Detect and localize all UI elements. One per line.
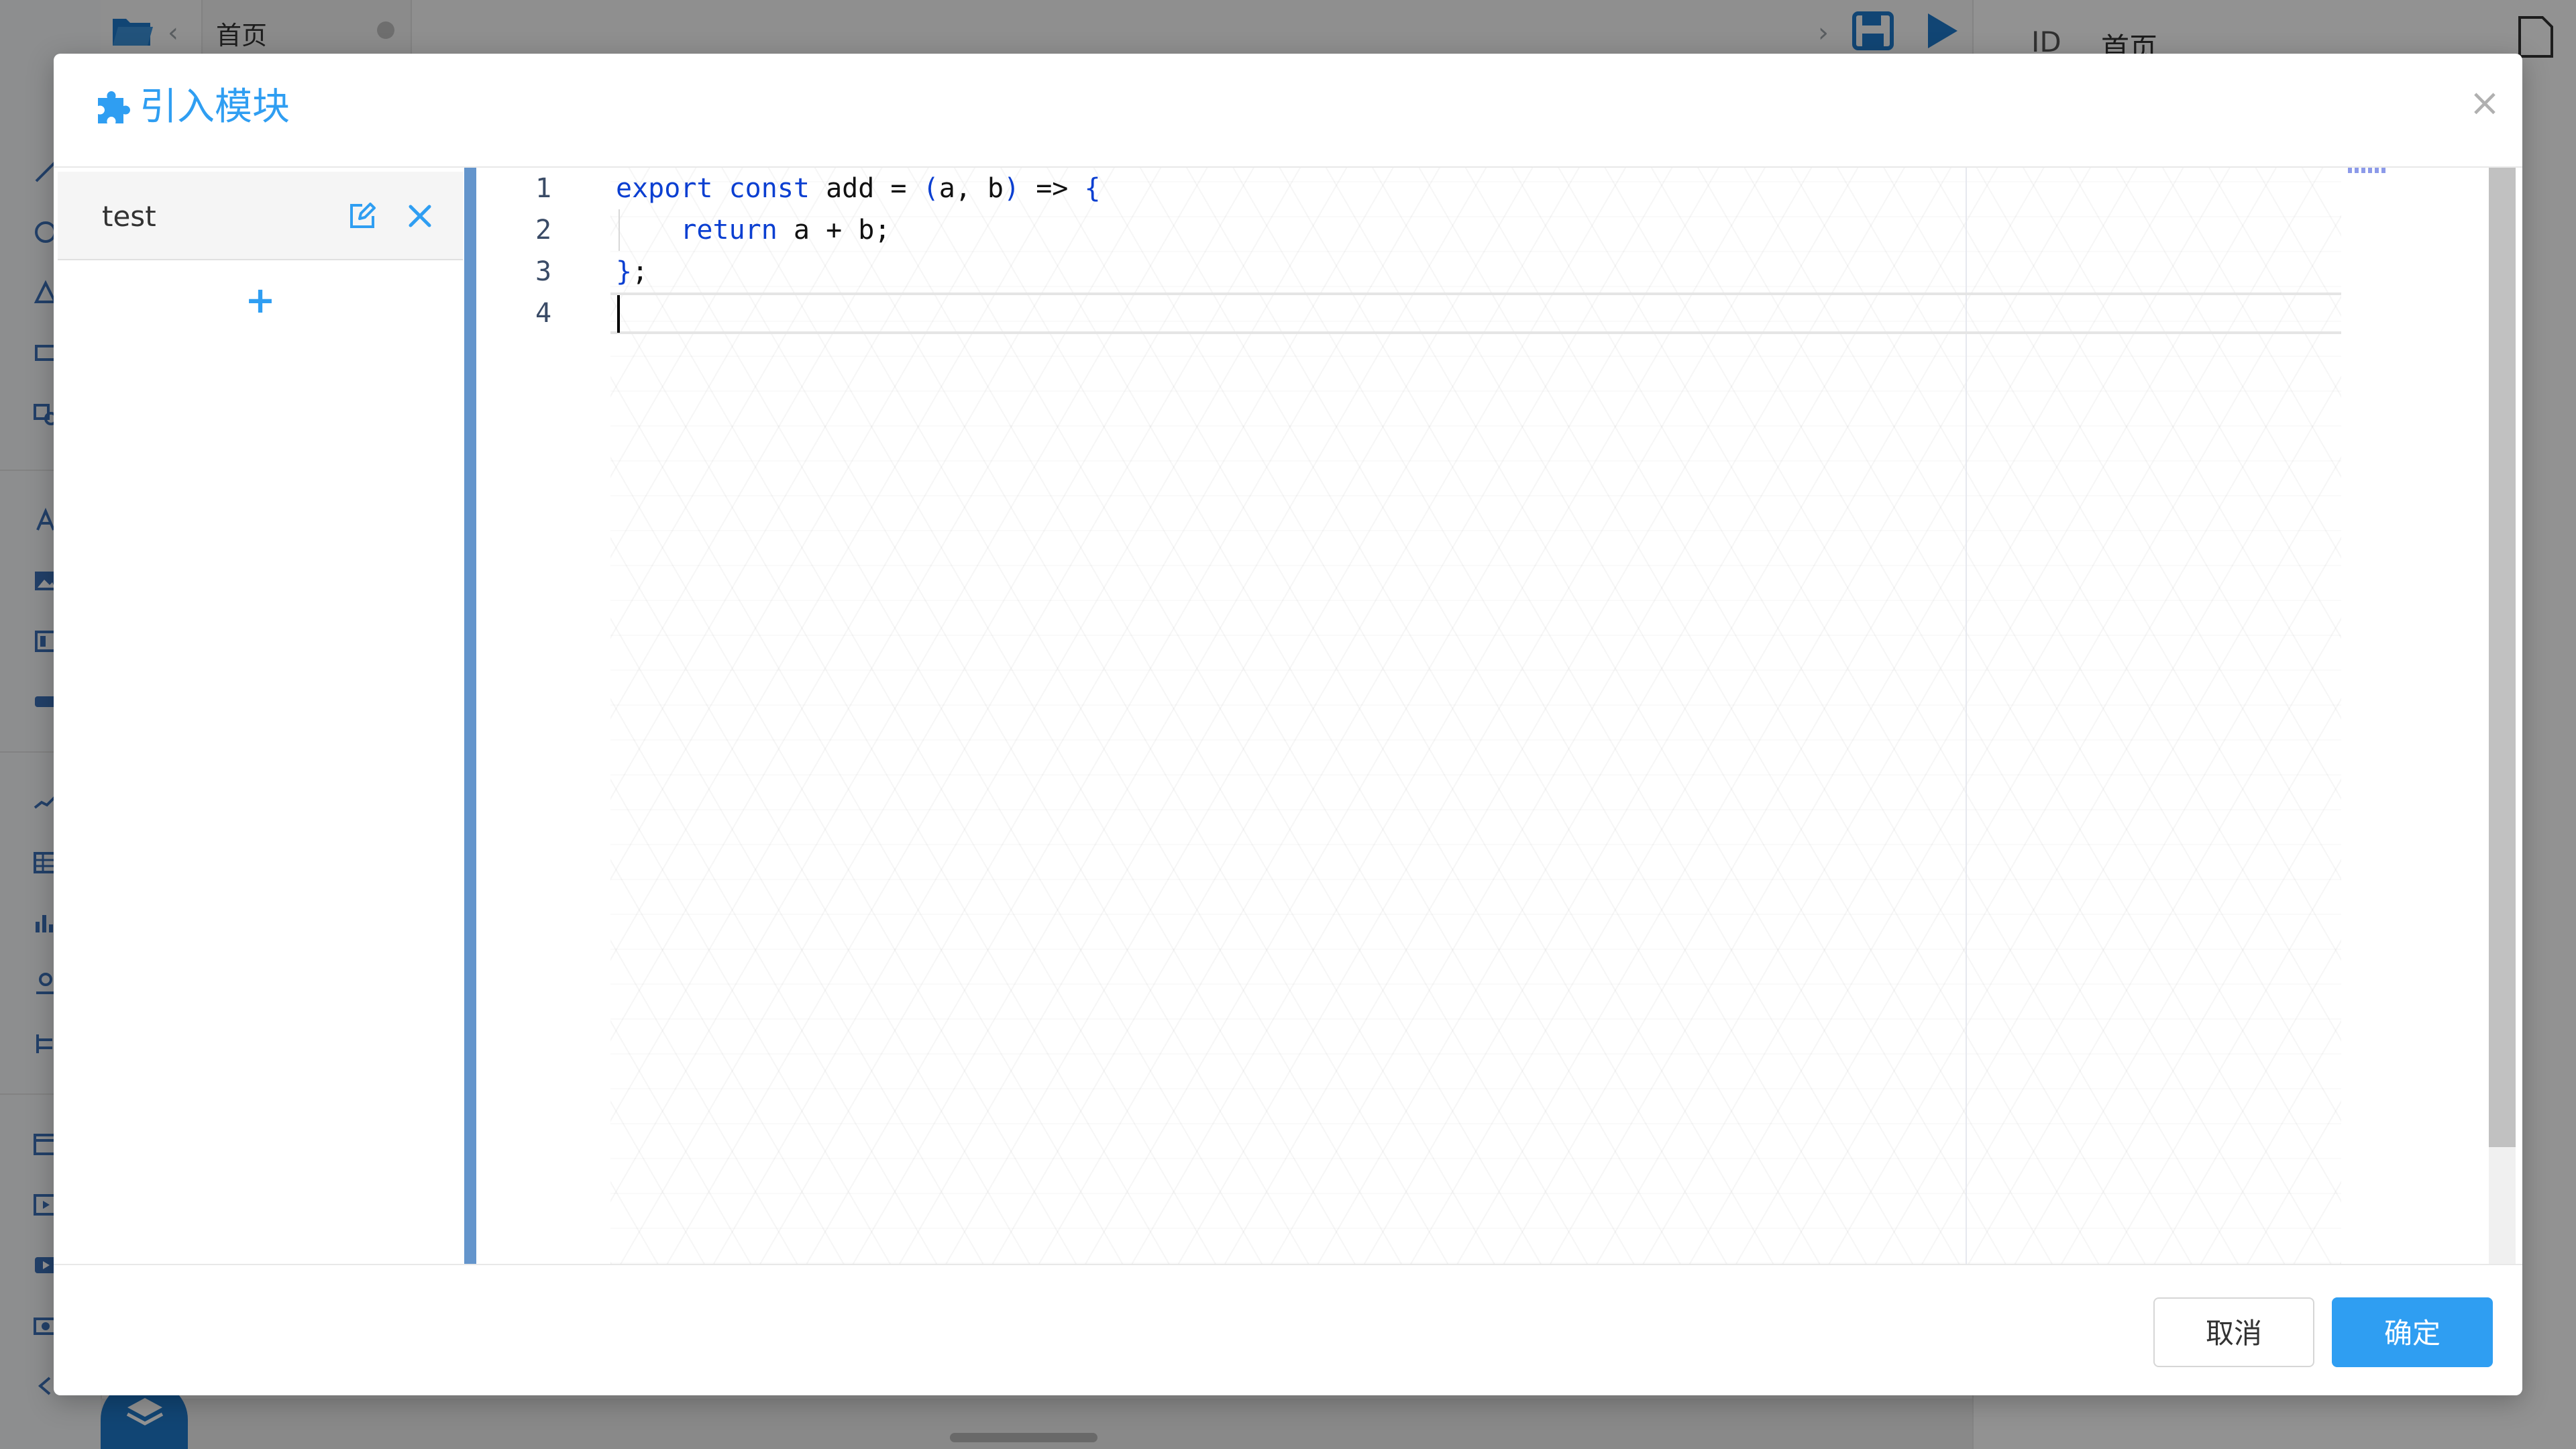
line-number: 2	[535, 215, 552, 246]
dialog-body: test + 1 2 3 4 export const add = (a, b)…	[54, 168, 2522, 1264]
code-bracket: {	[1084, 173, 1101, 204]
edit-module-icon[interactable]	[347, 201, 377, 231]
puzzle-piece-icon	[94, 89, 131, 126]
code-keyword: export	[616, 173, 713, 204]
module-name: test	[102, 200, 156, 233]
line-number: 4	[535, 298, 552, 329]
import-module-dialog: 引入模块 × test + 1 2 3 4 export const add =…	[54, 54, 2522, 1395]
text-cursor	[617, 295, 620, 333]
code-token: a + b;	[777, 215, 891, 246]
minimap-code-preview	[2348, 168, 2388, 173]
code-keyword: const	[729, 173, 810, 204]
code-token: a, b	[938, 173, 1004, 204]
editor-resize-divider[interactable]	[464, 168, 476, 1264]
code-keyword: return	[680, 215, 777, 246]
code-minimap[interactable]	[2341, 168, 2489, 1264]
module-list: test +	[54, 168, 464, 1264]
code-text-area[interactable]: export const add = (a, b) => { return a …	[610, 168, 2341, 1264]
code-line: };	[616, 251, 648, 292]
line-number: 3	[535, 256, 552, 287]
editor-scrollbar-thumb[interactable]	[2489, 168, 2516, 1147]
code-token: ;	[632, 256, 649, 287]
line-number: 1	[535, 173, 552, 204]
dialog-close-icon[interactable]: ×	[2466, 85, 2504, 122]
dialog-header: 引入模块 ×	[54, 54, 2522, 168]
code-editor[interactable]: 1 2 3 4 export const add = (a, b) => { r…	[476, 168, 2522, 1264]
module-list-item[interactable]: test	[58, 172, 463, 260]
line-number-gutter: 1 2 3 4	[476, 168, 610, 1264]
cancel-button[interactable]: 取消	[2153, 1297, 2314, 1367]
dialog-title: 引入模块	[140, 85, 290, 129]
add-module-button[interactable]: +	[243, 282, 278, 319]
confirm-button[interactable]: 确定	[2332, 1297, 2493, 1367]
code-token: add =	[810, 173, 923, 204]
active-line-highlight	[610, 292, 2341, 334]
editor-vertical-scrollbar[interactable]	[2489, 168, 2516, 1264]
code-bracket: )	[1004, 173, 1020, 204]
code-bracket: }	[616, 256, 633, 287]
code-bracket: (	[922, 173, 939, 204]
dialog-footer: 取消 确定	[54, 1264, 2522, 1395]
delete-module-icon[interactable]	[405, 201, 435, 231]
code-line: return a + b;	[616, 209, 890, 251]
code-line: export const add = (a, b) => {	[616, 168, 1101, 209]
code-token: =>	[1020, 173, 1085, 204]
